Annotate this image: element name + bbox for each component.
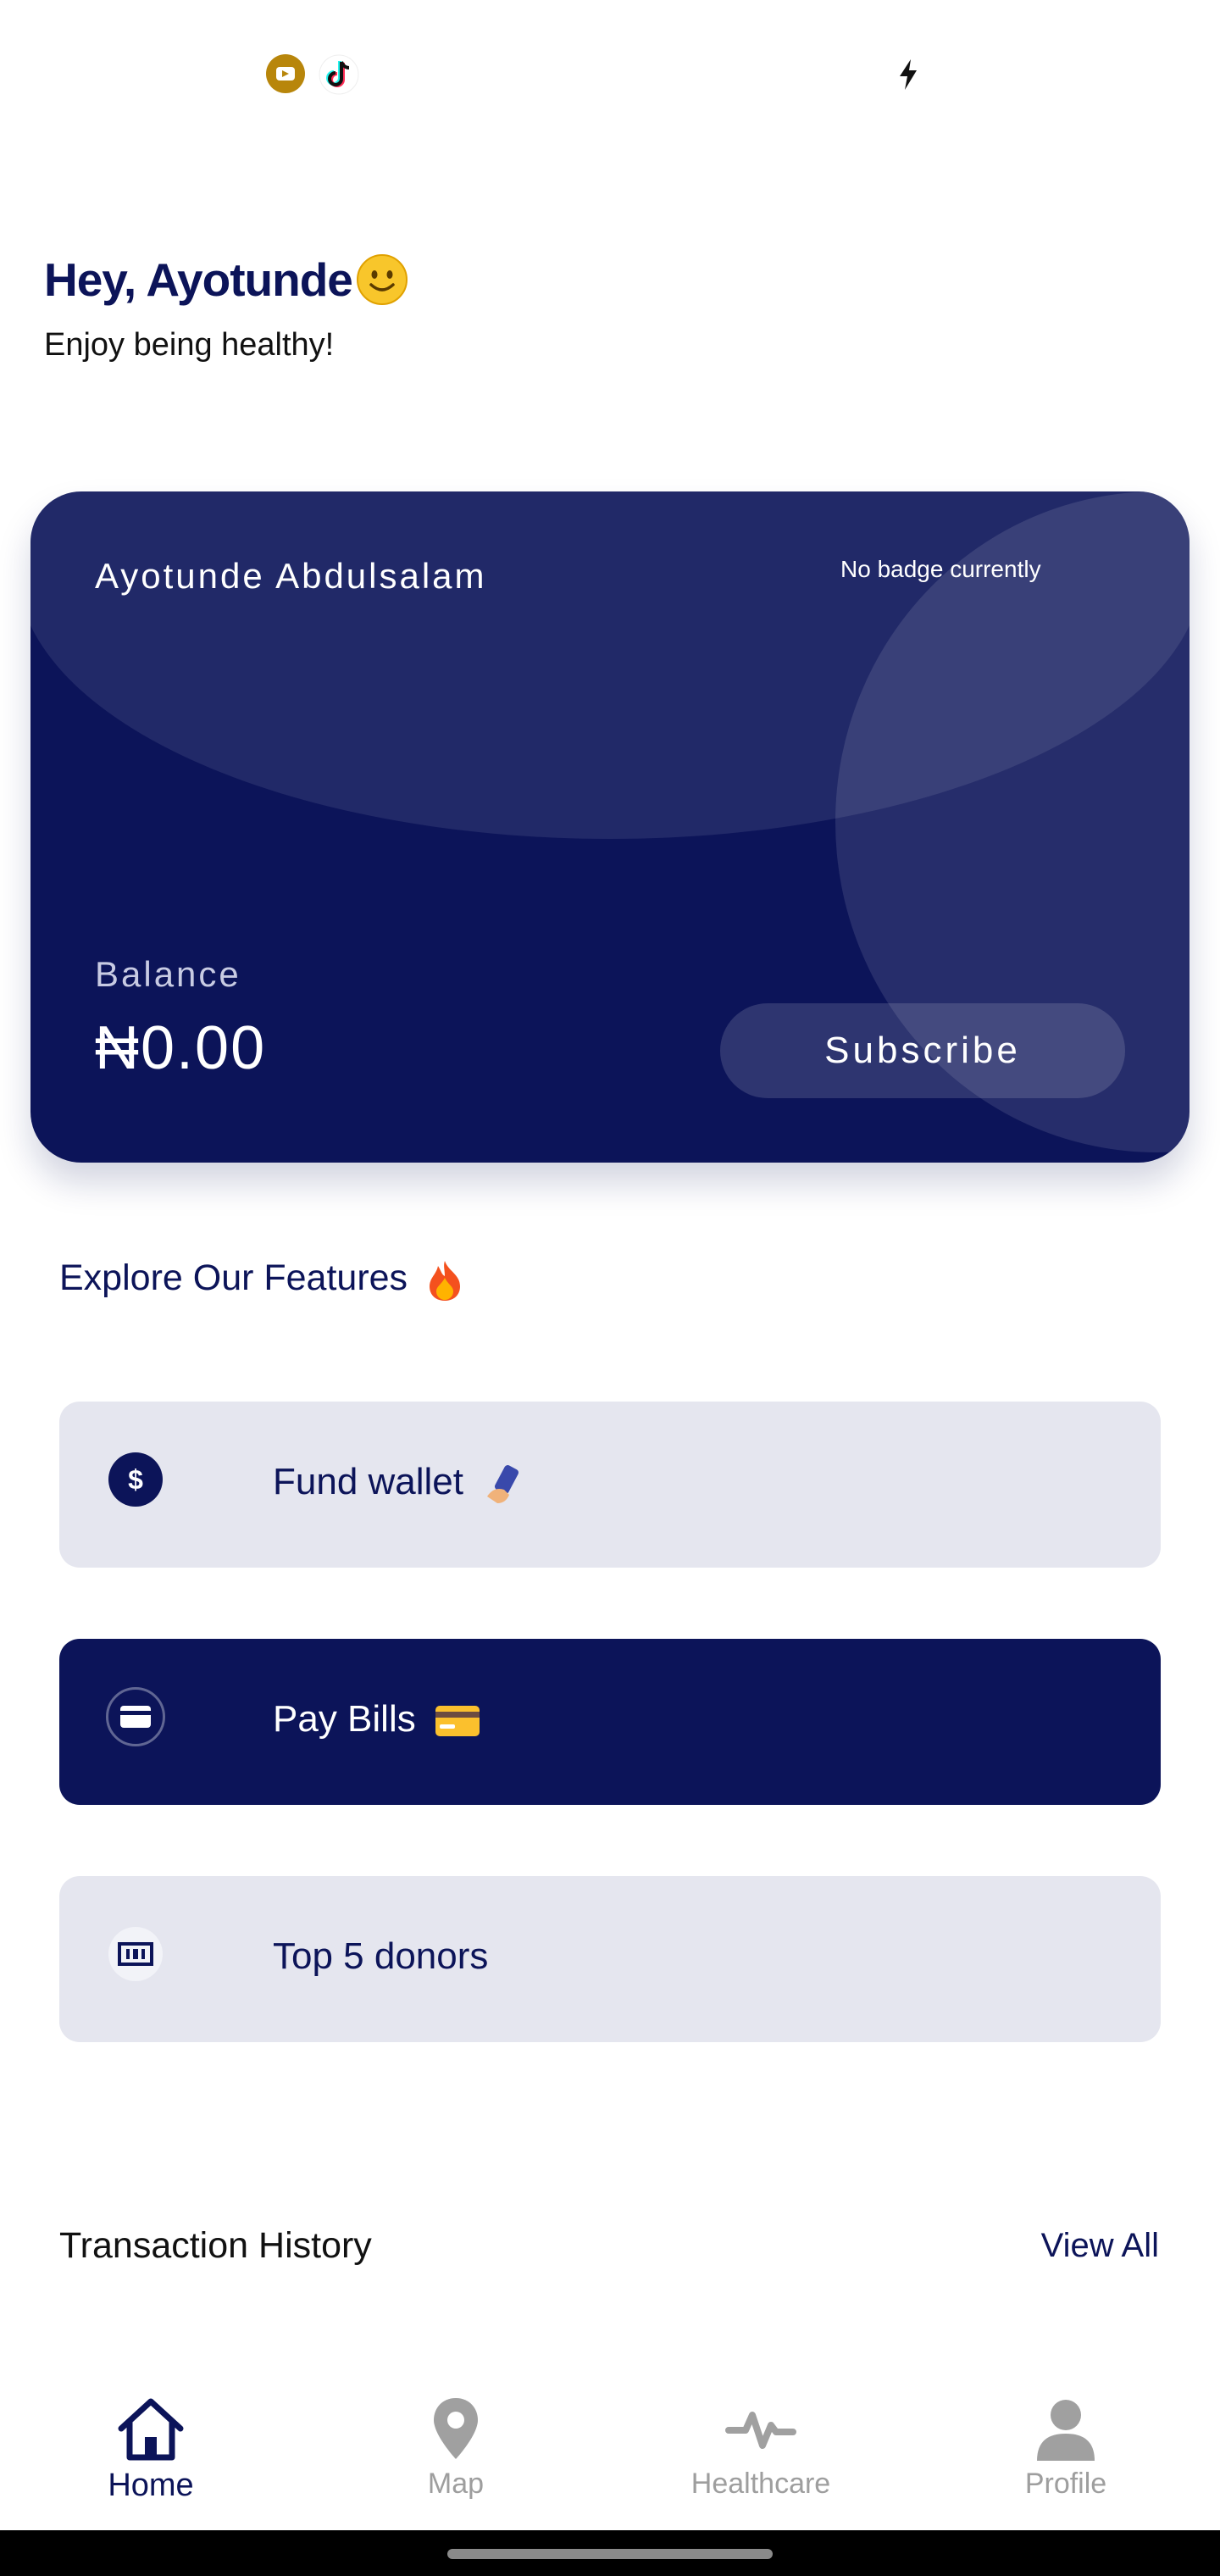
view-all-link[interactable]: View All [1041,2227,1159,2265]
greeting-subtitle: Enjoy being healthy! [44,327,335,363]
map-pin-icon [434,2398,478,2459]
bottom-navigation: Home Map Healthcare Profile [0,2373,1220,2530]
tiktok-notification-icon [319,54,359,95]
home-icon [118,2398,184,2461]
feature-pay-bills[interactable]: Pay Bills [59,1639,1161,1805]
badge-status: No badge currently [840,556,1041,582]
nav-home-label: Home [108,2468,194,2503]
svg-text:$: $ [128,1464,143,1495]
transaction-history-title: Transaction History [59,2225,372,2266]
feature-label: Fund wallet [273,1461,524,1505]
system-gesture-bar [0,2530,1220,2576]
credit-card-emoji-icon [435,1706,480,1737]
status-bar [0,0,1220,149]
feature-label: Pay Bills [273,1698,480,1740]
feature-fund-wallet[interactable]: $ Fund wallet [59,1402,1161,1568]
pulse-icon [725,2412,796,2449]
feature-top-donors[interactable]: Top 5 donors [59,1876,1161,2042]
fire-emoji-icon [430,1260,461,1301]
card-holder-name: Ayotunde Abdulsalam [95,556,487,596]
greeting-text: Hey, Ayotunde [44,253,353,306]
pay-bills-label: Pay Bills [273,1698,416,1740]
nav-healthcare-label: Healthcare [690,2468,831,2500]
dollar-circle-icon: $ [108,1452,163,1507]
bank-note-icon [108,1927,163,1981]
nav-map-label: Map [427,2468,485,2500]
features-title: Explore Our Features [59,1257,463,1302]
fund-wallet-label: Fund wallet [273,1461,464,1502]
charging-bolt-icon [900,59,917,90]
nav-profile[interactable]: Profile [956,2396,1176,2501]
balance-value: ₦0.00 [95,1014,267,1082]
nav-profile-label: Profile [1024,2468,1107,2500]
balance-label: Balance [95,954,241,994]
features-title-text: Explore Our Features [59,1257,408,1298]
top-donors-label: Top 5 donors [273,1935,489,1977]
nav-healthcare[interactable]: Healthcare [651,2396,871,2501]
credit-card-icon [106,1687,165,1746]
nav-map[interactable]: Map [346,2396,566,2501]
home-gesture-handle[interactable] [447,2549,773,2559]
person-icon [1037,2400,1095,2461]
nav-home[interactable]: Home [41,2396,261,2504]
greeting-title: Hey, Ayotunde [44,253,408,307]
phone-hand-emoji-icon [487,1465,519,1504]
subscribe-button[interactable]: Subscribe [720,1003,1125,1098]
video-download-notification-icon [266,54,305,93]
wallet-card: Ayotunde Abdulsalam No badge currently B… [30,491,1190,1163]
smiley-emoji-icon [356,254,408,305]
